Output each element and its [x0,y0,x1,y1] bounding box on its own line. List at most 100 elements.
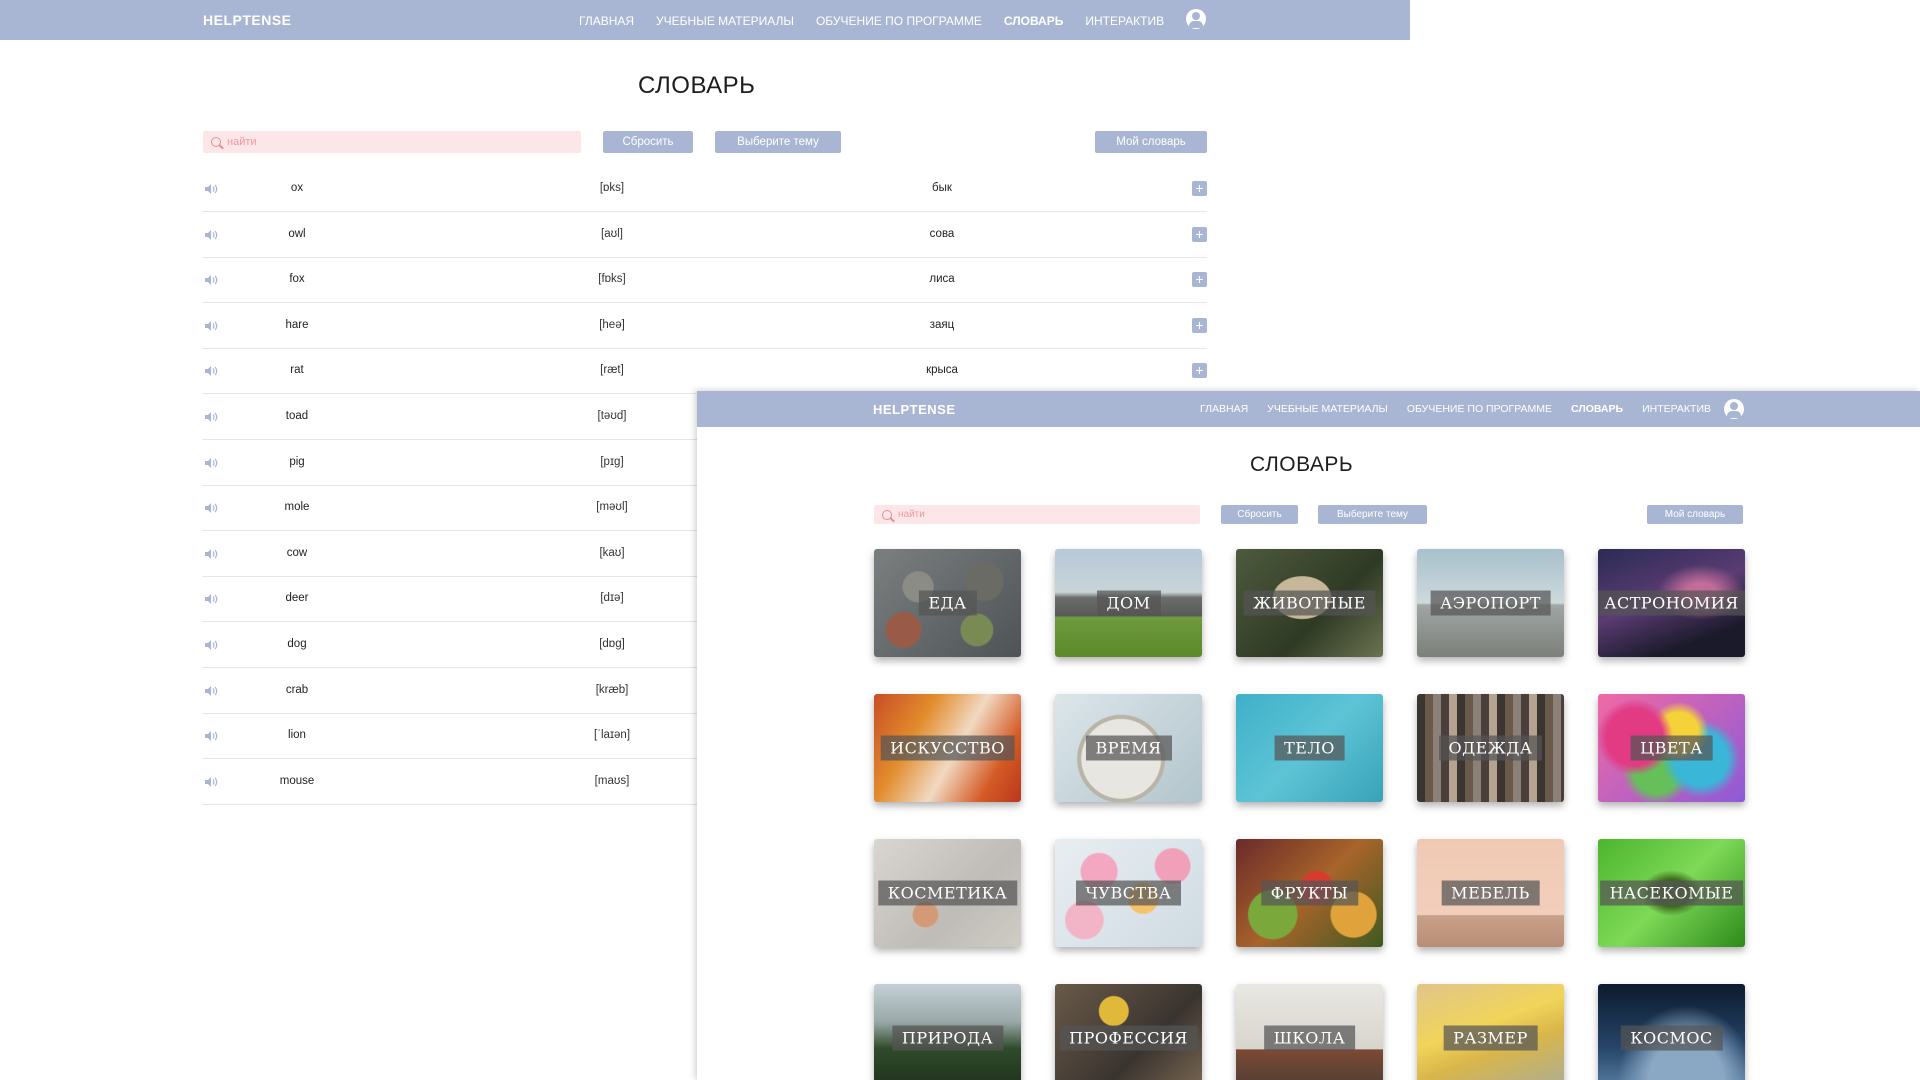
topic-card[interactable]: ДОМ [1055,549,1202,657]
topic-label: ЕДА [918,590,977,616]
topic-card[interactable]: МЕБЕЛЬ [1417,839,1564,947]
nav-item-home[interactable]: ГЛАВНАЯ [1200,403,1248,415]
nav-item-interactive[interactable]: ИНТЕРАКТИВ [1642,403,1711,415]
topic-card[interactable]: АЭРОПОРТ [1417,549,1564,657]
nav-item-interactive[interactable]: ИНТЕРАКТИВ [1085,14,1164,28]
word-translation: крыса [926,364,958,377]
word-transcription: [dɪə] [600,592,624,605]
nav-item-dictionary[interactable]: СЛОВАРЬ [1571,403,1623,415]
topic-card[interactable]: ЦВЕТА [1598,694,1745,802]
nav-item-materials[interactable]: УЧЕБНЫЕ МАТЕРИАЛЫ [1267,403,1388,415]
topic-label: КОСМОС [1620,1025,1723,1051]
word-row: ox [ɒks] бык + [202,166,1207,212]
nav-item-program[interactable]: ОБУЧЕНИЕ ПО ПРОГРАММЕ [1407,403,1552,415]
account-icon[interactable] [1724,399,1744,419]
word-english: ox [290,182,304,194]
word-translation: заяц [929,318,955,331]
word-transcription: [dɒɡ] [599,638,625,650]
topic-label: ЧУВСТВА [1075,880,1182,906]
word-translation: сова [929,227,955,240]
speaker-icon[interactable] [204,320,218,332]
my-dictionary-button[interactable]: Мой словарь [1095,131,1207,153]
brand-logo[interactable]: HELPTENSE [203,12,292,28]
nav-item-home[interactable]: ГЛАВНАЯ [579,14,634,28]
topic-card[interactable]: ЧУВСТВА [1055,839,1202,947]
word-transcription: [ræt] [600,364,624,377]
topic-label: ДОМ [1096,590,1161,616]
add-to-dictionary-button[interactable]: + [1192,363,1207,379]
top-navbar: HELPTENSE ГЛАВНАЯ УЧЕБНЫЕ МАТЕРИАЛЫ ОБУЧ… [0,0,1410,40]
word-transcription: [fɒks] [598,273,626,286]
topic-card[interactable]: КОСМОС [1598,984,1745,1080]
speaker-icon[interactable] [204,776,218,788]
topic-card[interactable]: НАСЕКОМЫЕ [1598,839,1745,947]
speaker-icon[interactable] [204,457,218,469]
topic-label: ПРИРОДА [891,1025,1004,1051]
nav-item-dictionary[interactable]: СЛОВАРЬ [1004,14,1063,28]
speaker-icon[interactable] [204,685,218,697]
reset-button[interactable]: Сбросить [603,131,693,153]
word-transcription: [heə] [599,318,625,331]
add-to-dictionary-button[interactable]: + [1192,272,1207,288]
speaker-icon[interactable] [204,639,218,651]
topic-card[interactable]: АСТРОНОМИЯ [1598,549,1745,657]
word-english: mole [284,501,310,514]
speaker-icon[interactable] [204,274,218,286]
topic-card[interactable]: КОСМЕТИКА [874,839,1021,947]
topic-card[interactable]: ПРИРОДА [874,984,1021,1080]
word-english: rat [290,364,304,377]
speaker-icon[interactable] [204,548,218,560]
topic-label: ВРЕМЯ [1085,735,1172,761]
reset-button[interactable]: Сбросить [1221,505,1298,524]
nav-item-program[interactable]: ОБУЧЕНИЕ ПО ПРОГРАММЕ [816,14,982,28]
nav-item-materials[interactable]: УЧЕБНЫЕ МАТЕРИАЛЫ [656,14,794,28]
speaker-icon[interactable] [204,502,218,514]
topic-label: ОДЕЖДА [1438,735,1543,761]
topic-label: ПРОФЕССИЯ [1059,1025,1198,1051]
word-english: deer [285,592,309,605]
account-icon[interactable] [1186,9,1206,29]
word-transcription: [ˈlaɪən] [593,729,631,742]
topic-card[interactable]: ПРОФЕССИЯ [1055,984,1202,1080]
speaker-icon[interactable] [204,593,218,605]
word-english: fox [289,273,305,286]
topic-label: ЖИВОТНЫЕ [1243,590,1376,616]
page-title: СЛОВАРЬ [1250,453,1354,476]
topic-label: МЕБЕЛЬ [1441,880,1540,906]
topic-card[interactable]: ИСКУССТВО [874,694,1021,802]
my-dictionary-button[interactable]: Мой словарь [1647,505,1743,524]
speaker-icon[interactable] [204,183,218,195]
search-icon [211,137,221,147]
topic-label: НАСЕКОМЫЕ [1599,880,1744,906]
speaker-icon[interactable] [204,730,218,742]
word-english: cow [286,546,308,559]
topic-label: КОСМЕТИКА [877,880,1018,906]
speaker-icon[interactable] [204,411,218,423]
add-to-dictionary-button[interactable]: + [1192,226,1207,242]
topic-card[interactable]: ФРУКТЫ [1236,839,1383,947]
topic-card[interactable]: ВРЕМЯ [1055,694,1202,802]
topic-card[interactable]: РАЗМЕР [1417,984,1564,1080]
topic-card[interactable]: ЕДА [874,549,1021,657]
speaker-icon[interactable] [204,229,218,241]
word-transcription: [təʊd] [597,410,627,422]
choose-topic-button[interactable]: Выберите тему [715,131,841,153]
word-english: crab [285,683,309,696]
search-input[interactable] [227,136,549,148]
topic-card[interactable]: ШКОЛА [1236,984,1383,1080]
word-row: rat [ræt] крыса + [202,348,1207,395]
search-input[interactable] [898,509,1176,520]
topic-label: АЭРОПОРТ [1430,590,1551,616]
add-to-dictionary-button[interactable]: + [1192,317,1207,333]
brand-logo[interactable]: HELPTENSE [873,402,956,417]
speaker-icon[interactable] [204,365,218,377]
word-translation: лиса [929,273,955,286]
topic-card[interactable]: ОДЕЖДА [1417,694,1564,802]
add-to-dictionary-button[interactable]: + [1192,181,1207,196]
topic-card[interactable]: ЖИВОТНЫЕ [1236,549,1383,657]
word-english: mouse [279,774,315,787]
topic-card[interactable]: ТЕЛО [1236,694,1383,802]
choose-topic-button[interactable]: Выберите тему [1318,505,1427,524]
topic-label: АСТРОНОМИЯ [1598,590,1745,616]
word-english: hare [285,318,309,331]
